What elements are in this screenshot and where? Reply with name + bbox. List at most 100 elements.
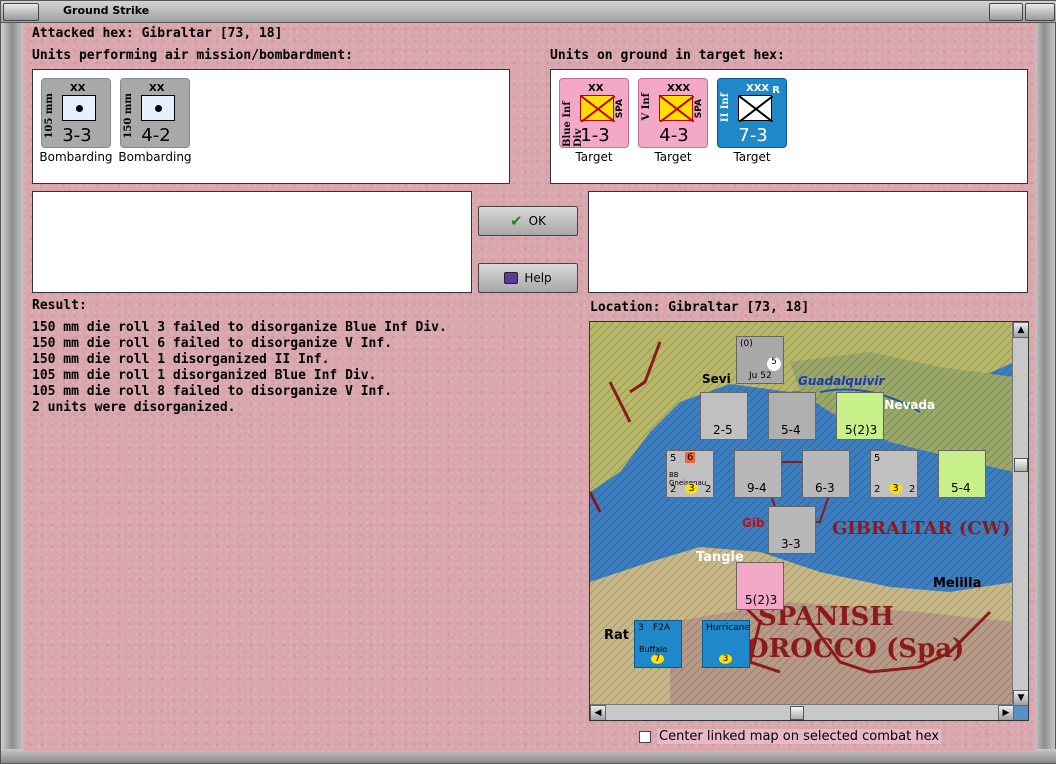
counter-name: F2A bbox=[653, 623, 671, 633]
map-counter-bb[interactable]: 5 6 BB Gneisenau 2 3 2 bbox=[666, 450, 714, 498]
unit-nation: SPA bbox=[694, 99, 704, 119]
map-counter-10[interactable]: 5(2)3 bbox=[736, 562, 784, 610]
counter-value: 7 bbox=[651, 654, 664, 664]
counter-strength: 2-5 bbox=[713, 423, 733, 437]
counter-strength: 9-4 bbox=[747, 481, 767, 495]
map-counter-7[interactable]: 5 2 3 2 bbox=[870, 450, 918, 498]
map-vertical-scrollbar[interactable]: ▲ ▼ bbox=[1012, 322, 1028, 706]
bottom-frame bbox=[1, 749, 1056, 763]
map-counter-1[interactable]: 2-5 bbox=[700, 392, 748, 440]
counter-value: 2 bbox=[874, 484, 881, 495]
map-label-gibraltar-region: GIBRALTAR (CW) bbox=[832, 518, 1011, 539]
scroll-left-arrow-icon[interactable]: ◀ bbox=[590, 705, 606, 720]
artillery-symbol-icon bbox=[62, 95, 96, 121]
ground-unit-blue-inf-div[interactable]: XX Blue Inf Div SPA 1-3 bbox=[559, 78, 629, 148]
counter-value: 3 bbox=[685, 483, 698, 494]
counter-value: 2 bbox=[705, 484, 712, 495]
map-label-sevilla: Sevi bbox=[702, 372, 731, 386]
counter-value: 5 bbox=[767, 357, 781, 371]
help-button[interactable]: Help bbox=[478, 263, 578, 293]
counter-strength: 5-4 bbox=[951, 481, 971, 495]
unit-nation: R bbox=[772, 85, 780, 96]
result-label: Result: bbox=[32, 298, 87, 313]
infantry-symbol-icon bbox=[738, 95, 774, 123]
counter-strength: 6-3 bbox=[815, 481, 835, 495]
unit-size: XX bbox=[588, 83, 604, 94]
ground-unit-status: Target bbox=[654, 150, 692, 164]
unit-name: II Inf bbox=[720, 93, 731, 123]
counter-value: 6 bbox=[685, 452, 696, 463]
help-button-label: Help bbox=[524, 271, 552, 285]
air-units-label: Units performing air mission/bombardment… bbox=[32, 48, 353, 63]
counter-strength: 5(2)3 bbox=[745, 593, 778, 607]
scroll-right-arrow-icon[interactable]: ▶ bbox=[998, 705, 1014, 720]
result-line: 2 units were disorganized. bbox=[32, 400, 236, 415]
map-horizontal-scrollbar[interactable]: ◀ ▶ bbox=[590, 704, 1014, 720]
counter-value: 2 bbox=[670, 484, 677, 495]
infantry-symbol-icon bbox=[659, 95, 695, 123]
map-counter-5[interactable]: 9-4 bbox=[734, 450, 782, 498]
defender-info-box bbox=[588, 191, 1028, 293]
map-label-guadalquivir: Guadalquivir bbox=[798, 374, 885, 388]
map-counter-8[interactable]: 5-4 bbox=[938, 450, 986, 498]
attacked-hex-label: Attacked hex: Gibraltar [73, 18] bbox=[32, 26, 283, 41]
unit-strength: 3-3 bbox=[62, 125, 92, 146]
unit-strength: 4-2 bbox=[141, 125, 171, 146]
maximize-button[interactable] bbox=[989, 3, 1023, 21]
result-line: 150 mm die roll 3 failed to disorganize … bbox=[32, 320, 447, 335]
artillery-symbol-icon bbox=[141, 95, 175, 121]
close-button[interactable] bbox=[1025, 3, 1055, 21]
map-label-gibraltar-city: Gib bbox=[742, 516, 765, 530]
horizontal-scroll-thumb[interactable] bbox=[790, 706, 804, 720]
unit-size: XXX bbox=[667, 83, 691, 94]
air-unit-105mm[interactable]: XX 105 mm 3-3 bbox=[41, 78, 111, 148]
ground-units-label: Units on ground in target hex: bbox=[550, 48, 785, 63]
counter-value: 2 bbox=[909, 484, 916, 495]
location-map[interactable]: Sevi Guadalquivir a Nevada Gib GIBRALTAR… bbox=[589, 321, 1029, 721]
unit-size: XXX bbox=[746, 83, 770, 94]
dialog-content: Attacked hex: Gibraltar [73, 18] Units p… bbox=[23, 23, 1035, 751]
result-line: 150 mm die roll 6 failed to disorganize … bbox=[32, 336, 393, 351]
map-counter-ju52[interactable]: (0) 5 Ju 52 bbox=[736, 336, 784, 384]
map-counter-f2a[interactable]: 3 F2A Buffalo 7 bbox=[634, 620, 682, 668]
system-menu-button[interactable] bbox=[3, 3, 39, 21]
ok-button-label: OK bbox=[528, 214, 546, 228]
air-unit-status: Bombarding bbox=[118, 150, 192, 164]
infantry-symbol-icon bbox=[580, 95, 616, 123]
center-map-checkbox[interactable] bbox=[639, 730, 651, 743]
ground-unit-status: Target bbox=[575, 150, 613, 164]
map-counter-hurricane[interactable]: Hurricane 3 bbox=[702, 620, 750, 668]
scroll-up-arrow-icon[interactable]: ▲ bbox=[1013, 322, 1028, 338]
counter-value: 3 bbox=[889, 483, 902, 494]
left-frame bbox=[1, 23, 23, 751]
ground-unit-v-inf[interactable]: XXX V Inf SPA 4-3 bbox=[638, 78, 708, 148]
map-counter-6[interactable]: 6-3 bbox=[802, 450, 850, 498]
map-counter-9[interactable]: 3-3 bbox=[768, 506, 816, 554]
air-unit-150mm[interactable]: XX 150 mm 4-2 bbox=[120, 78, 190, 148]
scroll-down-arrow-icon[interactable]: ▼ bbox=[1013, 690, 1028, 706]
counter-strength: 5-4 bbox=[781, 423, 801, 437]
unit-size: XX bbox=[149, 83, 165, 94]
map-counter-2[interactable]: 5-4 bbox=[768, 392, 816, 440]
map-label-morocco: OROCCO (Spa) bbox=[746, 634, 965, 664]
map-counter-3[interactable]: 5(2)3 bbox=[836, 392, 884, 440]
ground-units-box: XX Blue Inf Div SPA 1-3 Target XXX V Inf… bbox=[550, 69, 1028, 184]
unit-strength: 4-3 bbox=[659, 125, 689, 146]
counter-name: Ju 52 bbox=[749, 371, 772, 381]
attacker-info-box bbox=[32, 191, 472, 293]
center-map-checkbox-row[interactable]: Center linked map on selected combat hex bbox=[639, 729, 942, 744]
checkmark-icon: ✔ bbox=[510, 212, 523, 230]
center-map-checkbox-label: Center linked map on selected combat hex bbox=[657, 729, 942, 744]
counter-value: 5 bbox=[670, 453, 677, 464]
vertical-scroll-thumb[interactable] bbox=[1014, 458, 1028, 472]
ground-unit-ii-inf[interactable]: XXX II Inf R 7-3 bbox=[717, 78, 787, 148]
right-frame bbox=[1033, 23, 1055, 751]
counter-value: 3 bbox=[638, 623, 644, 633]
help-book-icon bbox=[504, 272, 519, 284]
title-bar[interactable]: Ground Strike bbox=[1, 1, 1056, 23]
location-label: Location: Gibraltar [73, 18] bbox=[590, 300, 810, 315]
ground-strike-window: Ground Strike Attacked hex: Gibraltar [7… bbox=[0, 0, 1056, 764]
counter-strength: 5(2)3 bbox=[845, 423, 878, 437]
window-title: Ground Strike bbox=[63, 4, 150, 17]
ok-button[interactable]: ✔ OK bbox=[478, 206, 578, 236]
